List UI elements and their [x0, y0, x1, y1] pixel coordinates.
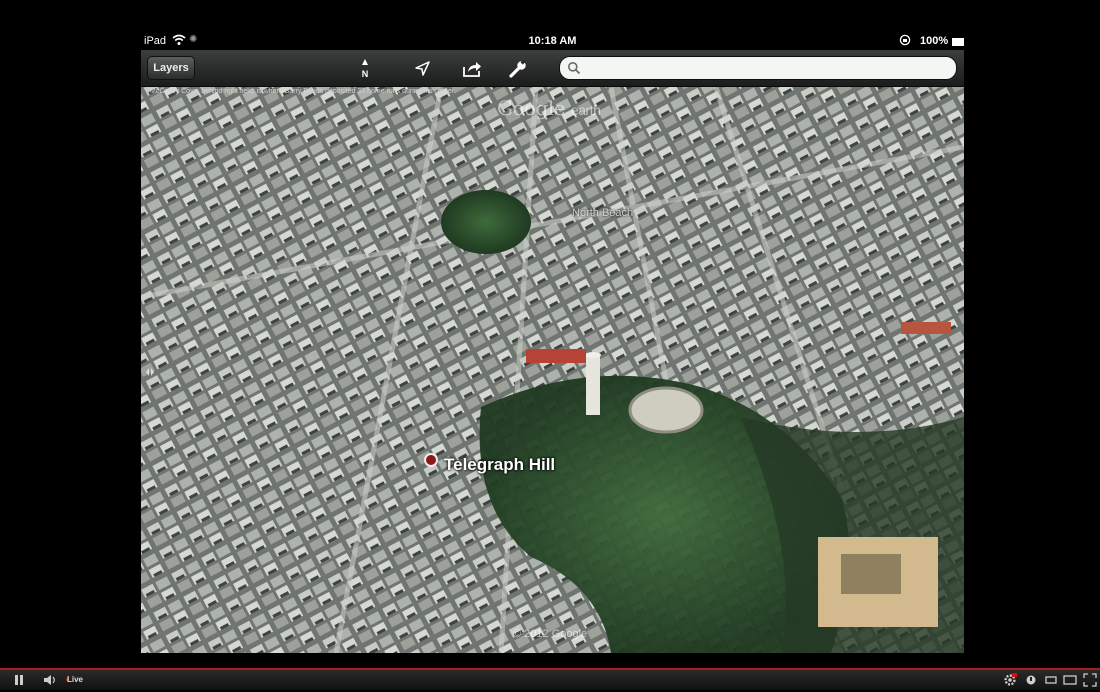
map-view[interactable]: McCovey Cove, behind right field, is whe… — [141, 87, 964, 653]
aerial-map-imagery — [141, 87, 964, 653]
info-caption: McCovey Cove, behind right field, is whe… — [150, 88, 456, 95]
side-panel-handle-icon[interactable] — [145, 366, 155, 378]
share-button[interactable] — [459, 56, 485, 82]
settings-button[interactable] — [505, 56, 531, 82]
place-pin-icon[interactable] — [424, 453, 438, 467]
location-arrow-icon — [415, 61, 430, 76]
layers-button[interactable]: Layers — [147, 56, 195, 80]
fullscreen-button[interactable] — [1083, 673, 1097, 687]
orientation-lock-icon — [899, 34, 911, 46]
fullscreen-icon — [1083, 673, 1097, 687]
small-player-button[interactable] — [1044, 673, 1058, 687]
gear-icon — [1004, 673, 1017, 686]
annotations-button[interactable] — [1024, 673, 1038, 687]
copyright-notice: © 2012 Google — [513, 628, 588, 640]
ipad-screen: iPad ✺ 10:18 AM 100% Layers N McCovey Co… — [141, 32, 964, 653]
logo-secondary: earth — [570, 102, 601, 118]
volume-button[interactable] — [42, 673, 58, 687]
battery-icon — [952, 38, 964, 46]
search-input[interactable] — [586, 59, 950, 79]
live-label: Live — [67, 675, 84, 684]
search-icon — [567, 61, 581, 75]
volume-icon — [44, 675, 55, 685]
compass-north-label: N — [362, 69, 369, 79]
compass-icon: N — [362, 59, 369, 79]
large-player-button[interactable] — [1063, 673, 1077, 687]
large-player-icon — [1063, 675, 1077, 685]
battery-percentage: 100% — [920, 35, 949, 47]
status-bar: iPad ✺ 10:18 AM 100% — [141, 32, 964, 50]
toolbar: Layers N — [141, 50, 964, 87]
place-label-telegraph-hill[interactable]: Telegraph Hill — [444, 455, 555, 475]
place-label-north-beach[interactable]: North Beach — [572, 207, 633, 219]
annotations-icon — [1026, 675, 1036, 685]
logo-primary: Google — [497, 96, 566, 120]
status-time: 10:18 AM — [528, 35, 577, 47]
pause-icon — [15, 675, 23, 685]
my-location-button[interactable] — [409, 56, 435, 82]
compass-north-button[interactable]: N — [352, 56, 378, 82]
wrench-icon — [509, 59, 526, 78]
small-player-icon — [1045, 676, 1057, 684]
search-field[interactable] — [559, 56, 957, 80]
pause-button[interactable] — [12, 673, 26, 687]
share-icon — [463, 62, 481, 77]
settings-hd-button[interactable] — [1003, 673, 1017, 687]
google-earth-logo: Google earth — [497, 96, 601, 120]
video-player-controls: Live — [0, 668, 1100, 690]
